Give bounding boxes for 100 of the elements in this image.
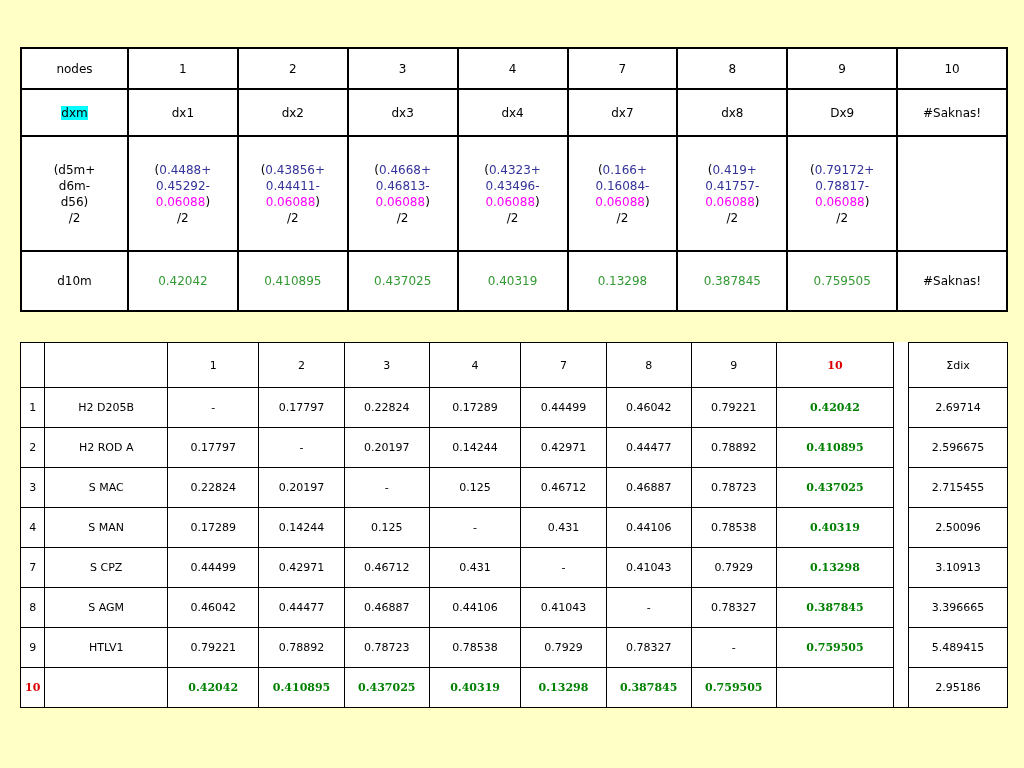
table-cell: 0.46712 (520, 467, 607, 508)
table-cell: 0.13298 (567, 251, 678, 311)
table-cell: 2.715455 (908, 467, 1008, 508)
table-cell: 0.44106 (429, 587, 521, 628)
table-cell: 0.46887 (606, 467, 692, 508)
table-cell: 0.22824 (344, 387, 430, 428)
table-cell: 0.78327 (606, 627, 692, 668)
table-cell: 2.95186 (908, 667, 1008, 708)
row-number: 7 (20, 547, 45, 588)
table-cell: 0.437025 (344, 667, 430, 708)
table-cell: dx7 (567, 89, 678, 136)
table-cell: 0.78723 (691, 467, 777, 508)
formula-text: (d5m+ d6m- d56) /2 (53, 161, 96, 226)
table-cell: 0.387845 (606, 667, 692, 708)
column-header: 7 (520, 342, 607, 388)
column-header: 9 (787, 48, 898, 89)
table-cell: nodes (21, 48, 128, 89)
row-label: S MAC (45, 467, 168, 508)
table-cell: 0.40319 (429, 667, 521, 708)
table-cell: 0.20197 (344, 427, 430, 468)
table-cell: 0.44499 (167, 547, 259, 588)
table-cell: 0.437025 (776, 467, 894, 508)
table-cell: 0.44499 (520, 387, 607, 428)
table-cell: 0.79221 (691, 387, 777, 428)
table-cell: Dx9 (787, 89, 898, 136)
table-cell: 0.17797 (167, 427, 259, 468)
row-number: 1 (20, 387, 45, 428)
table-cell: dx8 (677, 89, 788, 136)
column-header: 8 (606, 342, 692, 388)
table-cell: 0.431 (429, 547, 521, 588)
table-cell: 0.42042 (167, 667, 259, 708)
column-header: 4 (429, 342, 521, 388)
table-cell: 0.78538 (691, 507, 777, 548)
column-header: 1 (167, 342, 259, 388)
row-label: S CPZ (45, 547, 168, 588)
table-cell: - (167, 387, 259, 428)
table-cell: dx3 (347, 89, 458, 136)
formula-text: (0.166+ 0.16084- 0.06088) /2 (595, 161, 650, 226)
row-label: S AGM (45, 587, 168, 628)
table-cell: dx4 (457, 89, 568, 136)
column-header: 7 (567, 48, 678, 89)
table-cell: 0.40319 (457, 251, 568, 311)
table-cell: - (429, 507, 521, 548)
column-header: 10 (897, 48, 1007, 89)
table-cell: 0.79221 (167, 627, 259, 668)
formula-text: (0.43856+ 0.44411- 0.06088) /2 (260, 161, 325, 226)
table-cell: 0.78327 (691, 587, 777, 628)
table-cell: dxm (61, 105, 88, 120)
table-cell: 0.44477 (259, 587, 345, 628)
table-cell: 0.41043 (520, 587, 607, 628)
table-cell: 0.17289 (167, 507, 259, 548)
row-number: 4 (20, 507, 45, 548)
row-number: 8 (20, 587, 45, 628)
table-cell: 0.20197 (259, 467, 345, 508)
table-cell: 0.125 (344, 507, 430, 548)
table-cell: 0.44477 (606, 427, 692, 468)
table-cell: dx2 (237, 89, 348, 136)
column-header: Σdix (908, 342, 1008, 388)
table-cell: 0.78892 (259, 627, 345, 668)
row-label: S MAN (45, 507, 168, 548)
column-header: 8 (677, 48, 788, 89)
table-cell: dx1 (128, 89, 238, 136)
row-number: 3 (20, 467, 45, 508)
table-cell: 0.40319 (776, 507, 894, 548)
table-cell: 3.10913 (908, 547, 1008, 588)
table-cell: 0.78538 (429, 627, 521, 668)
table-cell: 0.42971 (520, 427, 607, 468)
table-cell: 5.489415 (908, 627, 1008, 668)
table-cell: - (344, 467, 430, 508)
table-cell: 0.759505 (776, 627, 894, 668)
column-header: 3 (347, 48, 458, 89)
table-cell: 3.396665 (908, 587, 1008, 628)
table-cell: 0.431 (520, 507, 607, 548)
table-cell: 0.437025 (347, 251, 458, 311)
table-cell: 0.42042 (776, 387, 894, 428)
table-cell: 0.17289 (429, 387, 521, 428)
row-number: 9 (20, 627, 45, 668)
formula-text: (0.79172+ 0.78817- 0.06088) /2 (810, 161, 875, 226)
table-cell: 0.17797 (259, 387, 345, 428)
table-cell: 0.46887 (344, 587, 430, 628)
table-cell: 0.7929 (520, 627, 607, 668)
table-cell: 0.13298 (520, 667, 607, 708)
table-cell: - (259, 427, 345, 468)
table-cell: 0.46042 (167, 587, 259, 628)
table-cell: 0.410895 (237, 251, 348, 311)
formula-text: (0.4323+ 0.43496- 0.06088) /2 (484, 161, 541, 226)
table-cell: - (606, 587, 692, 628)
table-cell: 2.50096 (908, 507, 1008, 548)
table-cell: 2.596675 (908, 427, 1008, 468)
column-header: 10 (776, 342, 894, 388)
table-cell: #Saknas! (897, 251, 1007, 311)
table-cell: 0.42971 (259, 547, 345, 588)
table-cell: 0.759505 (691, 667, 777, 708)
table-cell: d10m (21, 251, 128, 311)
table-cell: 2.69714 (908, 387, 1008, 428)
formula-text: (0.4488+ 0.45292- 0.06088) /2 (154, 161, 212, 226)
table-cell: 0.14244 (429, 427, 521, 468)
row-number: 10 (20, 667, 45, 708)
row-label: HTLV1 (45, 627, 168, 668)
table-cell: 0.125 (429, 467, 521, 508)
